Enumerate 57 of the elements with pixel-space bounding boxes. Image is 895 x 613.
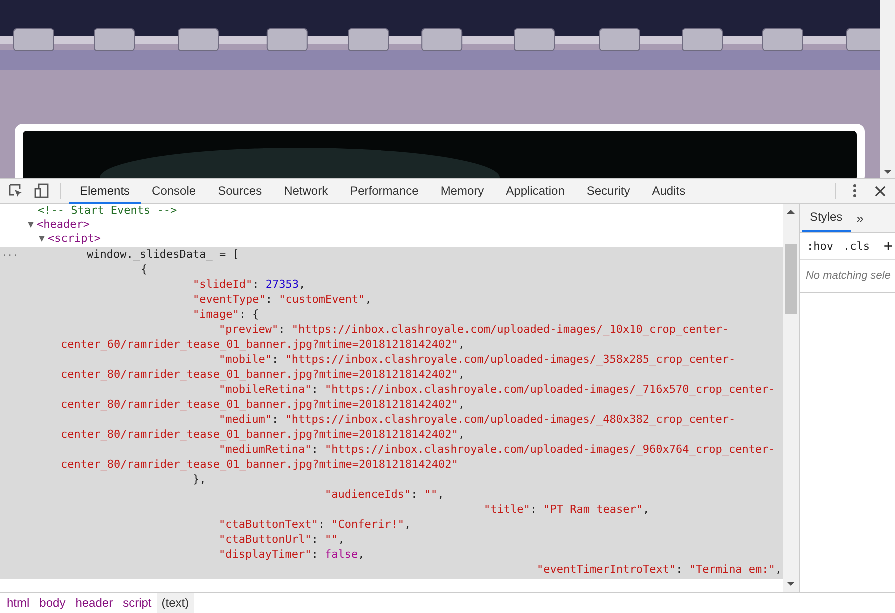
panel-tab[interactable]: Sources	[207, 179, 274, 204]
code-line: "displayTimer": false,	[219, 548, 365, 561]
code-line: "slideId": 27353,	[193, 278, 306, 291]
class-toggle[interactable]: .cls	[841, 240, 872, 252]
code-line: },	[193, 473, 206, 486]
code-line: center_80/ramrider_tease_01_banner.jpg?mtime=20181218142402",	[61, 368, 465, 381]
code-line: {	[141, 263, 148, 276]
new-rule-button[interactable]: +	[882, 237, 895, 255]
panel-tab[interactable]: Network	[273, 179, 340, 204]
no-match-message: No matching sele	[806, 270, 891, 282]
scroll-up-icon[interactable]	[786, 210, 795, 214]
scroll-down-icon[interactable]	[786, 582, 795, 586]
html-tag[interactable]: <header>	[37, 217, 90, 233]
styles-tab[interactable]: Styles	[802, 204, 851, 232]
scrollbar[interactable]	[782, 204, 799, 592]
breadcrumb[interactable]: (text)	[156, 593, 194, 613]
scroll-thumb[interactable]	[784, 244, 797, 314]
code-line: "ctaButtonText": "Conferir!",	[219, 518, 412, 531]
panel-tab[interactable]: Security	[576, 179, 642, 204]
code-line: "audienceIds": "",	[325, 488, 444, 501]
breadcrumb[interactable]: header	[70, 593, 118, 613]
code-line: center_80/ramrider_tease_01_banner.jpg?mtime=20181218142402",	[61, 398, 465, 411]
panel-tab[interactable]: Application	[495, 179, 576, 204]
code-line: "eventType": "customEvent",	[193, 293, 372, 306]
close-icon[interactable]	[875, 186, 886, 196]
inspect-icon[interactable]	[8, 183, 24, 199]
code-line: center_80/ramrider_tease_01_banner.jpg?mtime=20181218142402"	[61, 458, 458, 471]
html-comment[interactable]: <!-- Start Events -->	[38, 204, 178, 219]
code-line: "mediumRetina": "https://inbox.clashroyale.com/uploaded-images/_960x764_crop_center-	[219, 443, 776, 456]
code-line: "preview": "https://inbox.clashroyale.com/uploaded-images/_10x10_crop_center-	[219, 323, 729, 336]
breadcrumb[interactable]: script	[118, 593, 157, 613]
panel-tab[interactable]: Audits	[641, 179, 697, 204]
expand-arrow-icon[interactable]	[28, 222, 34, 228]
code-line: "ctaButtonUrl": "",	[219, 533, 345, 546]
code-line: "image": {	[193, 308, 260, 321]
code-line: "mobile": "https://inbox.clashroyale.com/uploaded-images/_358x285_crop_center-	[219, 353, 736, 366]
code-line: center_60/ramrider_tease_01_banner.jpg?mtime=20181218142402",	[61, 338, 465, 351]
hover-state-toggle[interactable]: :hov	[804, 240, 836, 252]
code-line: center_80/ramrider_tease_01_banner.jpg?mtime=20181218142402",	[61, 428, 465, 441]
code-line: window._slidesData_ = [	[87, 248, 240, 261]
html-tag[interactable]: <script>	[48, 231, 101, 247]
code-line: "title": "PT Ram teaser",	[484, 503, 650, 516]
breadcrumb[interactable]: html	[2, 593, 35, 613]
selected-text-node[interactable]	[0, 247, 783, 579]
panel-tab[interactable]: Elements	[69, 179, 142, 204]
code-line: "medium": "https://inbox.clashroyale.com/uploaded-images/_480x382_crop_center-	[219, 413, 736, 426]
code-line: "eventTimerIntroText": "Termina em:",	[537, 563, 782, 576]
scroll-down-icon[interactable]	[884, 170, 892, 174]
more-tabs-button[interactable]: »	[850, 204, 870, 232]
panel-tab[interactable]: Console	[141, 179, 208, 204]
page-scrollbar[interactable]	[880, 0, 895, 178]
panel-tab[interactable]: Memory	[430, 179, 496, 204]
panel-tab[interactable]: Performance	[339, 179, 430, 204]
more-menu-icon[interactable]	[853, 184, 857, 198]
device-icon[interactable]	[34, 183, 50, 199]
code-line: "mobileRetina": "https://inbox.clashroyale.com/uploaded-images/_716x570_crop_center-	[219, 383, 776, 396]
breadcrumb[interactable]: body	[34, 593, 71, 613]
